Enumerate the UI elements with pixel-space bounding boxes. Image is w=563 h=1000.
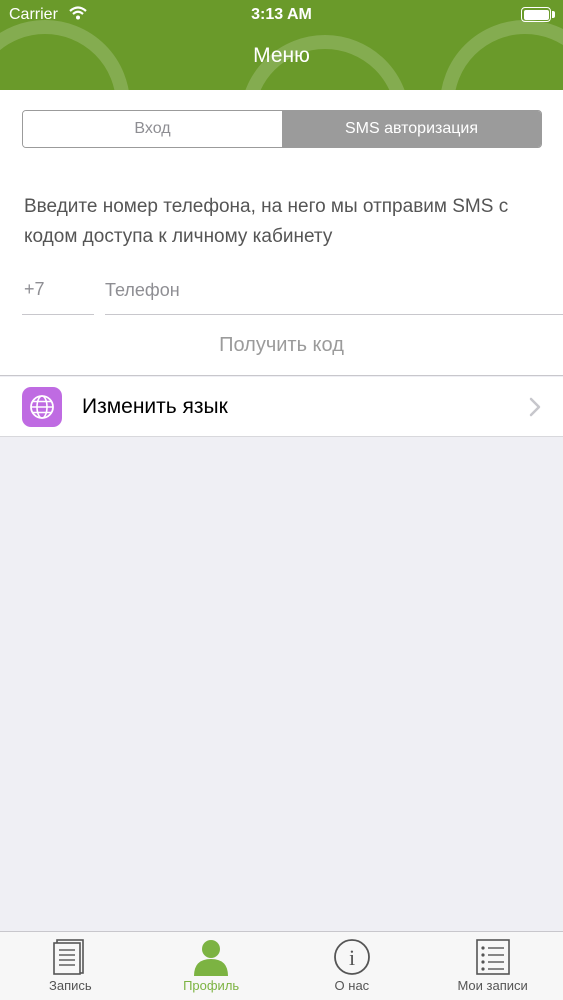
segment-sms-auth[interactable]: SMS авторизация <box>282 111 541 147</box>
country-code-prefix[interactable]: +7 <box>24 279 45 300</box>
segment-login[interactable]: Вход <box>23 111 282 147</box>
person-icon <box>191 938 231 976</box>
auth-mode-segmented-control[interactable]: Вход SMS авторизация <box>22 110 542 148</box>
tab-label: Мои записи <box>457 978 528 993</box>
tab-label: Профиль <box>183 978 240 993</box>
battery-tip <box>552 11 555 18</box>
globe-icon <box>22 387 62 427</box>
tab-booking[interactable]: Запись <box>0 932 141 1000</box>
phone-underline <box>105 314 563 315</box>
sms-auth-panel: Вход SMS авторизация Введите номер телеф… <box>0 90 563 376</box>
tab-bar: Запись Профиль i О нас Мои записи <box>0 931 563 1000</box>
tab-about[interactable]: i О нас <box>282 932 423 1000</box>
svg-text:i: i <box>349 945 355 970</box>
change-language-label: Изменить язык <box>82 395 228 418</box>
tab-my-bookings[interactable]: Мои записи <box>422 932 563 1000</box>
change-language-row[interactable]: Изменить язык <box>0 377 563 437</box>
status-time: 3:13 AM <box>251 6 312 23</box>
phone-input[interactable] <box>105 273 545 307</box>
divider <box>0 375 563 376</box>
document-icon <box>50 938 90 976</box>
tab-label: О нас <box>334 978 370 993</box>
nav-header: Carrier 3:13 AM Меню <box>0 0 563 90</box>
page-title: Меню <box>253 44 310 67</box>
status-bar: Carrier 3:13 AM <box>0 0 563 30</box>
prefix-underline <box>22 314 94 315</box>
list-icon <box>473 938 513 976</box>
get-code-button[interactable]: Получить код <box>0 334 563 357</box>
sms-instruction: Введите номер телефона, на него мы отпра… <box>24 196 509 247</box>
info-icon: i <box>332 938 372 976</box>
tab-label: Запись <box>49 978 92 993</box>
tab-profile[interactable]: Профиль <box>141 932 282 1000</box>
chevron-right-icon <box>529 397 541 422</box>
battery-icon <box>521 7 551 22</box>
